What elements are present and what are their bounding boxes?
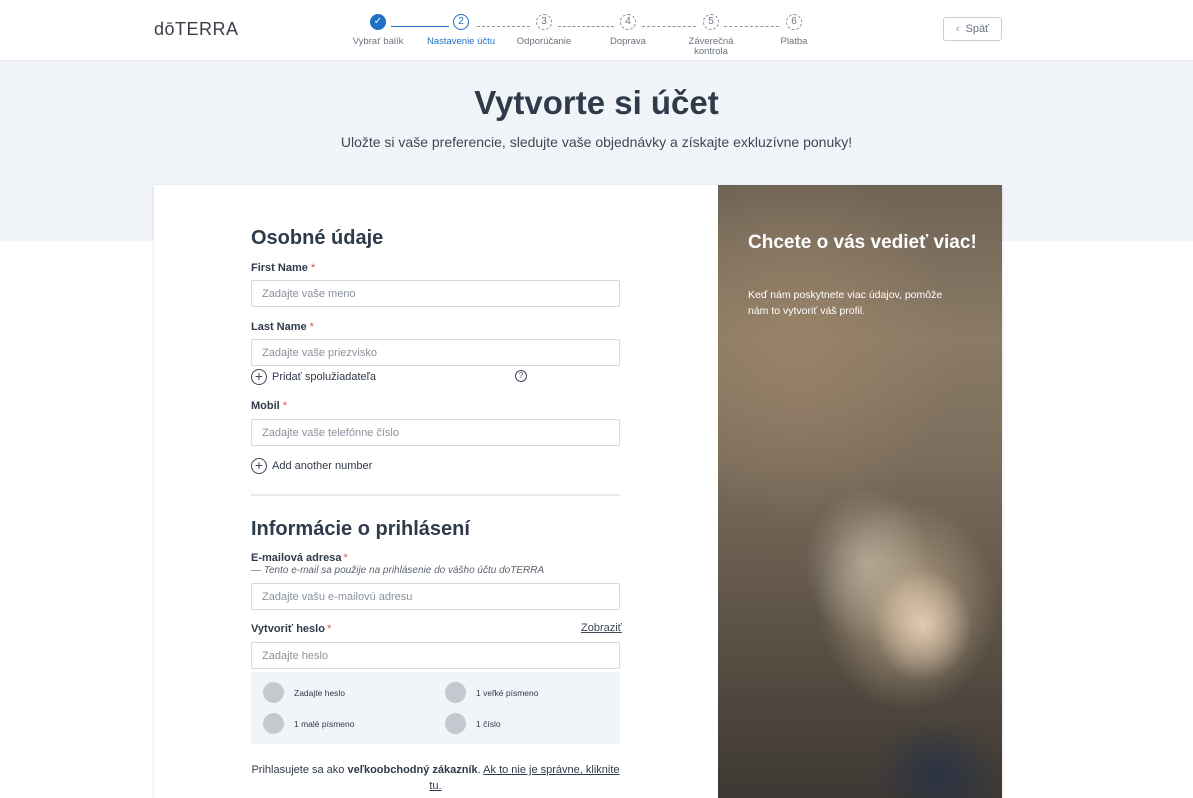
step-label: Platba <box>780 36 808 47</box>
profile-photo-panel: Chcete o vás vedieť viac! Keď nám poskyt… <box>718 185 1002 798</box>
photo-panel-title: Chcete o vás vedieť viac! <box>748 232 977 253</box>
step-number: 3 <box>536 14 552 30</box>
password-rule: 1 malé písmeno <box>263 713 354 734</box>
first-name-input[interactable] <box>251 280 620 307</box>
mobile-input[interactable] <box>251 419 620 446</box>
checkout-stepper: ✓ Vybrať balík 2 Nastavenie účtu 3 Odpor… <box>345 13 815 57</box>
step-label: Doprava <box>610 36 646 47</box>
rule-label: 1 veľké písmeno <box>476 687 539 698</box>
step-payment: 6 Platba <box>759 13 829 47</box>
email-label: E-mailová adresa * <box>251 552 348 564</box>
rule-status-icon <box>445 713 466 734</box>
rule-label: 1 malé písmeno <box>294 718 355 729</box>
step-label: Nastavenie účtu <box>426 36 496 47</box>
personal-info-title: Osobné údaje <box>251 227 384 249</box>
step-select-package[interactable]: ✓ Vybrať balík <box>343 13 413 47</box>
step-label: Vybrať balík <box>352 36 404 47</box>
mobile-label: Mobil * <box>251 400 287 412</box>
step-label: Odporúčanie <box>516 36 572 47</box>
rule-status-icon <box>445 682 466 703</box>
rule-status-icon <box>263 713 284 734</box>
last-name-input[interactable] <box>251 339 620 366</box>
section-divider <box>251 494 620 496</box>
step-account-setup[interactable]: 2 Nastavenie účtu <box>426 13 496 47</box>
step-shipping: 4 Doprava <box>593 13 663 47</box>
add-coapplicant-button[interactable]: + Pridať spolužiadateľa <box>251 369 376 385</box>
email-hint: — Tento e-mail sa použije na prihlásenie… <box>251 565 545 576</box>
password-rule: Zadajte heslo <box>263 682 345 703</box>
login-info-title: Informácie o prihlásení <box>251 518 470 540</box>
password-rule: 1 veľké písmeno <box>445 682 538 703</box>
page-title: Vytvorte si účet <box>474 84 719 121</box>
back-button-label: Späť <box>965 23 990 35</box>
account-form-card: Osobné údaje First Name* Last Name* + Pr… <box>154 185 1002 798</box>
page-subtitle: Uložte si vaše preferencie, sledujte vaš… <box>340 134 853 150</box>
password-input[interactable] <box>251 642 620 669</box>
step-label: Záverečná kontrola <box>688 36 734 57</box>
top-bar: dōTERRA ✓ Vybrať balík 2 Nastavenie účtu… <box>0 0 1193 61</box>
plus-circle-icon: + <box>251 458 267 474</box>
customer-type-note: Prihlasujete sa ako veľkoobchodný zákazn… <box>251 764 620 792</box>
back-button[interactable]: ‹ Späť <box>943 17 1002 41</box>
step-number: 2 <box>453 14 469 30</box>
rule-status-icon <box>263 682 284 703</box>
show-password-link[interactable]: Zobraziť <box>581 622 622 634</box>
note-prefix: Prihlasujete sa ako <box>251 764 345 776</box>
photo-panel-text: Keď nám poskytnete viac údajov, pomôže n… <box>748 289 943 317</box>
email-input[interactable] <box>251 583 620 610</box>
step-final-review: 5 Záverečná kontrola <box>676 13 746 57</box>
rule-label: Zadajte heslo <box>294 687 346 698</box>
customer-type: veľkoobchodný zákazník <box>347 764 478 776</box>
password-rule: 1 číslo <box>445 713 501 734</box>
doterra-logo[interactable]: dōTERRA <box>154 19 239 40</box>
chevron-left-icon: ‹ <box>955 23 960 35</box>
help-icon[interactable]: ? <box>515 370 527 382</box>
step-number: 5 <box>703 14 719 30</box>
last-name-label: Last Name * <box>251 321 314 333</box>
first-name-label: First Name * <box>251 262 316 274</box>
rule-label: 1 číslo <box>476 718 501 729</box>
step-referral: 3 Odporúčanie <box>509 13 579 47</box>
add-coapplicant-label: Pridať spolužiadateľa <box>272 371 376 383</box>
check-icon: ✓ <box>370 14 386 30</box>
step-number: 4 <box>620 14 636 30</box>
add-number-button[interactable]: + Add another number <box>251 458 372 474</box>
password-label: Vytvoriť heslo * <box>251 623 332 635</box>
password-rules: Zadajte heslo 1 veľké písmeno 1 malé pís… <box>251 672 620 744</box>
step-number: 6 <box>786 14 802 30</box>
add-number-label: Add another number <box>272 460 373 472</box>
plus-circle-icon: + <box>251 369 267 385</box>
